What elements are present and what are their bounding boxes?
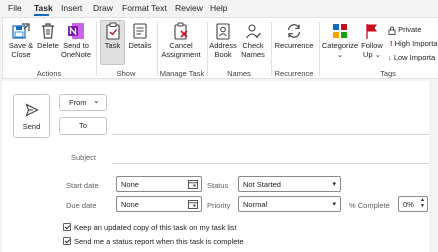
cancel-assignment-button[interactable]: Cancel Assignment (160, 22, 202, 59)
percent-complete-label: % Complete (349, 201, 390, 210)
priority-label: Priority (207, 201, 231, 210)
chevron-down-icon: ⌄ (93, 96, 100, 105)
details-view-button[interactable]: Details (127, 22, 153, 51)
calendar-icon[interactable] (188, 199, 198, 209)
check-names-button[interactable]: Check Names (239, 22, 267, 59)
follow-up-button[interactable]: Follow Up ⌄ (360, 22, 384, 59)
check-names-icon (246, 24, 261, 39)
subject-field[interactable] (112, 163, 431, 164)
menu-draw[interactable]: Draw (93, 3, 113, 13)
cancel-assignment-icon (174, 22, 188, 40)
send-icon (25, 103, 39, 117)
chevron-down-icon: ⌄ (374, 49, 381, 59)
task-form: Send From ⌄ To Subject Start date None S… (2, 81, 438, 252)
delete-button[interactable]: Delete (37, 22, 59, 51)
group-label-actions: Actions (36, 69, 62, 78)
status-dropdown[interactable]: Not Started ▾ (238, 176, 341, 192)
send-button[interactable]: Send (13, 94, 50, 138)
group-divider (96, 22, 97, 76)
categorize-icon (333, 24, 347, 38)
address-book-icon (216, 23, 230, 40)
menu-insert[interactable]: Insert (61, 3, 82, 13)
ribbon: Save & Close Delete Send to OneNote Acti… (2, 17, 438, 79)
private-button[interactable]: Private (388, 25, 421, 35)
subject-label: Subject (71, 153, 97, 162)
start-date-label: Start date (66, 181, 99, 190)
exclamation-icon: ! (390, 39, 393, 48)
categorize-button[interactable]: Categorize ⌄ (321, 22, 359, 59)
group-label-tags: Tags (380, 69, 396, 78)
menu-format-text[interactable]: Format Text (122, 3, 167, 13)
down-arrow-icon: ↓ (388, 53, 392, 62)
group-label-recurrence: Recurrence (274, 69, 314, 78)
lock-icon (388, 26, 396, 35)
save-close-button[interactable]: Save & Close (6, 22, 36, 59)
keep-copy-checkbox[interactable] (63, 223, 71, 231)
menu-review[interactable]: Review (175, 3, 203, 13)
group-label-names: Names (227, 69, 251, 78)
priority-dropdown[interactable]: Normal ▾ (238, 196, 341, 212)
address-book-button[interactable]: Address Book (209, 22, 237, 59)
percent-complete-spinner[interactable]: 0% ▲ ▼ (398, 196, 428, 212)
status-report-label: Send me a status report when this task i… (74, 237, 244, 246)
task-view-button[interactable]: Task (100, 22, 125, 51)
recurrence-button[interactable]: Recurrence (274, 22, 314, 51)
group-divider (157, 22, 158, 76)
vertical-scrollbar[interactable] (429, 81, 438, 252)
low-importance-button[interactable]: ↓ Low Importa (388, 53, 435, 62)
calendar-icon[interactable] (188, 179, 198, 189)
onenote-icon (68, 23, 84, 39)
chevron-down-icon: ⌄ (336, 49, 344, 59)
status-label: Status (207, 181, 229, 190)
group-divider (319, 22, 320, 76)
trash-icon (42, 23, 54, 39)
recurrence-icon (287, 24, 301, 38)
menu-task[interactable]: Task (34, 3, 53, 13)
due-date-label: Due date (66, 201, 97, 210)
flag-icon (366, 24, 377, 39)
group-label-show: Show (116, 69, 136, 78)
dropdown-arrow-icon: ▾ (332, 201, 336, 208)
group-divider (271, 22, 272, 76)
due-date-field[interactable]: None (116, 196, 202, 212)
status-report-checkbox[interactable] (63, 237, 71, 245)
high-importance-button[interactable]: ! High Importa (390, 39, 438, 48)
from-button[interactable]: From ⌄ (59, 94, 107, 111)
menu-file[interactable]: File (8, 3, 22, 13)
group-divider (207, 22, 208, 76)
to-button[interactable]: To (59, 117, 107, 135)
start-date-field[interactable]: None (116, 176, 202, 192)
spin-arrows-icon[interactable]: ▲ ▼ (420, 197, 425, 209)
active-tab-indicator (34, 14, 49, 16)
menu-help[interactable]: Help (210, 3, 227, 13)
details-icon (133, 23, 147, 39)
menu-bar: File Task Insert Draw Format Text Review… (0, 0, 438, 17)
save-close-icon (12, 23, 30, 39)
group-label-manage-task: Manage Task (159, 69, 205, 78)
keep-copy-label: Keep an updated copy of this task on my … (74, 223, 237, 232)
send-to-onenote-button[interactable]: Send to OneNote (61, 22, 91, 59)
dropdown-arrow-icon: ▾ (332, 181, 336, 188)
to-field[interactable] (112, 134, 431, 135)
clipboard-task-icon (105, 22, 120, 40)
